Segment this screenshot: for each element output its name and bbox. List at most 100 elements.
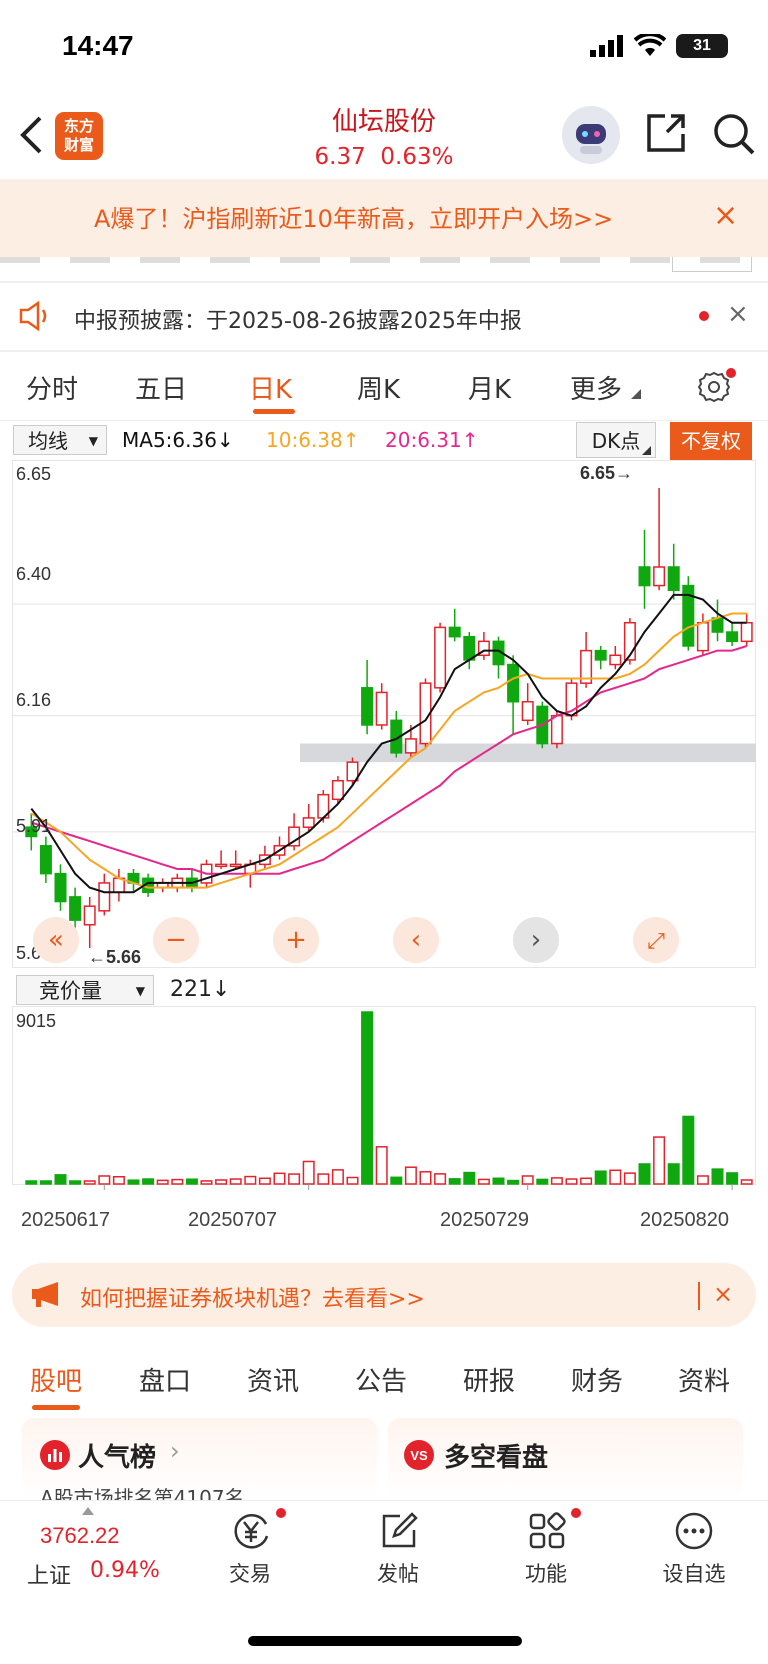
candle	[98, 873, 111, 916]
index-name[interactable]: 上证	[27, 1558, 71, 1590]
volume-bar	[39, 1180, 52, 1185]
volume-bar	[185, 1178, 198, 1185]
divider	[698, 1282, 700, 1310]
svg-text:VS: VS	[410, 1448, 428, 1463]
candle	[112, 869, 125, 902]
battery-icon: 31	[676, 34, 728, 58]
more-dots-icon[interactable]	[673, 1510, 715, 1552]
volume-bar	[273, 1172, 286, 1185]
candle	[711, 599, 724, 642]
candle-body	[521, 700, 534, 722]
candle	[361, 659, 374, 735]
signal-icon	[590, 35, 623, 57]
candle-body	[667, 566, 680, 591]
nav-add-watchlist[interactable]: 设自选	[654, 1558, 734, 1588]
tab-profile[interactable]: 资料	[678, 1361, 730, 1398]
volume-bar	[638, 1163, 651, 1185]
ma10-value: 10:6.38↑	[266, 428, 360, 452]
promo-close-button[interactable]: ×	[713, 198, 738, 233]
candle-body	[375, 691, 388, 726]
zoom-in-button[interactable]: +	[273, 917, 319, 963]
nav-post[interactable]: 发帖	[358, 1558, 438, 1588]
scroll-left-button[interactable]: ‹	[393, 917, 439, 963]
tab-news[interactable]: 资讯	[247, 1361, 299, 1398]
home-indicator	[248, 1636, 522, 1646]
candlestick-chart[interactable]	[12, 460, 756, 968]
volume-max-label: 9015	[16, 1011, 57, 1031]
ma-selector[interactable]: 均线 ▼	[13, 425, 107, 455]
candle-body	[39, 845, 52, 875]
tip-text[interactable]: 如何把握证券板块机遇？去看看>>	[80, 1281, 425, 1313]
tab-guba[interactable]: 股吧	[30, 1361, 82, 1398]
functions-grid-icon[interactable]	[526, 1510, 568, 1552]
tab-five-day[interactable]: 五日	[135, 369, 187, 406]
candle	[609, 645, 622, 670]
no-adjust-button[interactable]: 不复权	[670, 422, 752, 460]
hidden-info-row	[0, 257, 768, 281]
volume-bar	[171, 1178, 184, 1185]
volume-bar	[448, 1178, 461, 1185]
scroll-right-button[interactable]: ›	[513, 917, 559, 963]
volume-bar	[112, 1175, 125, 1185]
candle-body	[54, 872, 67, 903]
volume-bar	[390, 1176, 403, 1185]
volume-bar	[288, 1173, 301, 1185]
volume-bar	[142, 1178, 155, 1185]
trade-yen-icon[interactable]	[230, 1510, 272, 1552]
y-tick-label: 6.16	[16, 690, 52, 710]
volume-bar	[69, 1180, 82, 1185]
notice-close-button[interactable]: ×	[727, 299, 749, 329]
tab-research[interactable]: 研报	[463, 1361, 515, 1398]
volume-bar	[258, 1177, 271, 1185]
bull-bear-card[interactable]	[388, 1418, 743, 1498]
tab-more[interactable]: 更多	[570, 369, 622, 406]
bull-bear-title: 多空看盘	[444, 1443, 549, 1473]
volume-bar	[375, 1146, 388, 1185]
tab-pankou[interactable]: 盘口	[139, 1361, 191, 1398]
nav-trade[interactable]: 交易	[210, 1558, 290, 1588]
tab-announcements[interactable]: 公告	[355, 1361, 407, 1398]
tab-monthly-k[interactable]: 月K	[468, 369, 511, 406]
volume-bar	[25, 1180, 38, 1185]
tip-close-button[interactable]: ×	[713, 1280, 733, 1308]
volume-bar	[580, 1177, 593, 1185]
wifi-icon	[634, 34, 666, 56]
nav-functions[interactable]: 功能	[506, 1558, 586, 1588]
index-change[interactable]: 0.94%	[90, 1558, 160, 1583]
popularity-rank: A股市场排名第4107名	[40, 1486, 245, 1502]
tab-daily-k[interactable]: 日K	[249, 369, 292, 406]
notice-text[interactable]: 中报预披露：于2025-08-26披露2025年中报	[74, 303, 522, 335]
candle-body	[69, 896, 82, 921]
tab-finance[interactable]: 财务	[571, 1361, 623, 1398]
tab-intraday[interactable]: 分时	[26, 369, 78, 406]
scroll-left-end-button[interactable]: «	[33, 917, 79, 963]
volume-bar	[463, 1171, 476, 1185]
tab-weekly-k[interactable]: 周K	[357, 369, 400, 406]
index-value[interactable]: 3762.22	[40, 1523, 120, 1549]
volume-bar	[609, 1169, 622, 1185]
search-icon[interactable]	[712, 112, 756, 156]
volume-bar	[507, 1179, 520, 1185]
volume-selector[interactable]: 竞价量 ▼	[16, 975, 154, 1005]
candle-body	[653, 566, 666, 587]
volume-bar	[521, 1175, 534, 1185]
candle	[667, 543, 680, 600]
share-icon[interactable]	[645, 112, 687, 154]
volume-chart[interactable]	[12, 1006, 756, 1204]
volume-bar	[711, 1168, 724, 1185]
promo-text[interactable]: A爆了！沪指刷新近10年新高，立即开户入场>>	[94, 199, 613, 234]
bar-chart-icon	[40, 1440, 70, 1470]
volume-bar	[667, 1163, 680, 1185]
candle-body	[434, 626, 447, 689]
notice-dot	[699, 311, 709, 321]
edit-post-icon[interactable]	[378, 1510, 420, 1552]
ma5-line	[30, 593, 747, 894]
volume-bar	[302, 1160, 315, 1185]
volume-value: 221↓	[170, 977, 231, 1002]
assistant-robot-icon[interactable]	[562, 106, 620, 164]
chevron-right-icon: ›	[530, 925, 542, 955]
volume-bar	[419, 1171, 432, 1185]
fullscreen-button[interactable]: ⤢	[633, 917, 679, 963]
volume-bar	[404, 1166, 417, 1185]
zoom-out-button[interactable]: −	[153, 917, 199, 963]
